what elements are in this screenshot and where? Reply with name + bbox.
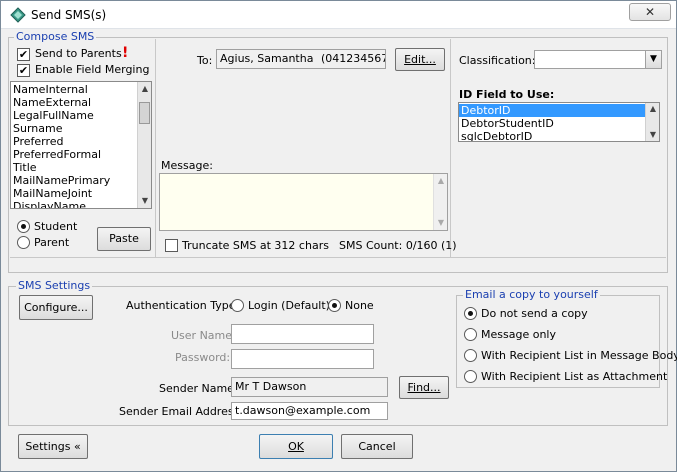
password-label: Password: [175,351,231,364]
email-copy-message-only-label: Message only [481,328,556,341]
send-sms-dialog: Send SMS(s) ✕ Compose SMS ✔ Send to Pare… [0,0,677,472]
email-copy-list-attachment-radio[interactable] [464,370,477,383]
email-copy-list-attachment-label: With Recipient List as Attachment [481,370,668,383]
list-item[interactable]: sglcDebtorID [459,130,659,141]
cancel-button-label: Cancel [358,440,396,453]
close-button[interactable]: ✕ [629,3,671,21]
list-item[interactable]: DisplayName [11,200,151,208]
warning-icon: ! [122,45,129,61]
email-copy-list-in-body-radio[interactable] [464,349,477,362]
to-label: To: [197,54,213,67]
find-button-label: Find... [407,381,441,394]
list-item[interactable]: LegalFullName [11,109,151,122]
parent-radio[interactable] [17,236,30,249]
auth-none-label: None [345,299,374,312]
parent-label: Parent [34,236,70,249]
sms-count: SMS Count: 0/160 (1) [339,239,457,252]
send-to-parents-label: Send to Parents [35,47,122,60]
auth-none-radio[interactable] [328,299,341,312]
list-item[interactable]: NameInternal [11,83,151,96]
sms-settings-legend: SMS Settings [16,279,93,292]
close-icon: ✕ [644,5,656,19]
settings-toggle-label: Settings « [25,440,81,453]
cancel-button[interactable]: Cancel [341,434,413,459]
classification-dropdown-button[interactable]: ▼ [645,51,661,68]
app-icon [10,7,26,23]
enable-field-merging-label: Enable Field Merging [35,63,150,76]
settings-toggle-button[interactable]: Settings « [18,434,88,459]
list-item[interactable]: MailNamePrimary [11,174,151,187]
send-to-parents-checkbox[interactable]: ✔ [17,48,30,61]
email-copy-none-radio[interactable] [464,307,477,320]
scroll-up-icon[interactable]: ▲ [434,174,447,188]
find-sender-button[interactable]: Find... [399,376,449,399]
paste-button[interactable]: Paste [97,227,151,251]
auth-login-label: Login (Default) [248,299,330,312]
truncate-sms-checkbox[interactable] [165,239,178,252]
scroll-down-icon[interactable]: ▼ [434,216,447,230]
id-field-listbox[interactable]: DebtorID DebtorStudentID sglcDebtorID ▲ … [458,102,660,142]
ok-button-label: OK [288,440,304,453]
email-copy-legend: Email a copy to yourself [463,288,600,301]
sender-name-label: Sender Name: [159,382,238,395]
title-bar: Send SMS(s) ✕ [1,1,676,29]
list-item[interactable]: Preferred [11,135,151,148]
sender-email-input[interactable]: t.dawson@example.com [231,402,388,420]
email-copy-list-in-body-label: With Recipient List in Message Body [481,349,677,362]
edit-button-label: Edit... [404,53,436,66]
username-input[interactable] [231,324,374,344]
list-item[interactable]: PreferredFormal [11,148,151,161]
message-label: Message: [161,159,213,172]
classification-select[interactable]: ▼ [534,50,662,69]
window-title: Send SMS(s) [31,8,107,22]
scroll-up-icon[interactable]: ▲ [646,103,659,115]
column-divider-left [155,39,156,257]
ok-button[interactable]: OK [259,434,333,459]
list-item[interactable]: Title [11,161,151,174]
merge-fields-items: NameInternal NameExternal LegalFullName … [11,82,151,208]
scroll-up-icon[interactable]: ▲ [138,82,151,96]
list-item[interactable]: DebtorID [459,104,659,117]
configure-button[interactable]: Configure... [19,295,93,320]
enable-field-merging-checkbox[interactable]: ✔ [17,64,30,77]
paste-button-label: Paste [109,232,139,245]
id-field-scrollbar[interactable]: ▲ ▼ [645,103,659,141]
merge-fields-listbox[interactable]: NameInternal NameExternal LegalFullName … [10,81,152,209]
sender-name-value: Mr T Dawson [235,380,307,393]
edit-recipients-button[interactable]: Edit... [395,48,445,71]
column-divider-right [450,39,451,257]
message-textarea[interactable]: ▲ ▼ [159,173,448,231]
sender-name-field[interactable]: Mr T Dawson [231,377,388,397]
auth-login-radio[interactable] [231,299,244,312]
to-recipient-field[interactable]: Agius, Samantha (0412345678) [216,49,386,69]
list-item[interactable]: Surname [11,122,151,135]
merge-fields-scrollbar[interactable]: ▲ ▼ [137,82,151,208]
email-copy-message-only-radio[interactable] [464,328,477,341]
password-input[interactable] [231,349,374,369]
configure-button-label: Configure... [24,301,88,314]
truncate-sms-label: Truncate SMS at 312 chars [182,239,329,252]
compose-sms-legend: Compose SMS [14,30,97,43]
email-copy-none-label: Do not send a copy [481,307,588,320]
scroll-down-icon[interactable]: ▼ [138,194,151,208]
student-radio[interactable] [17,220,30,233]
message-scrollbar[interactable]: ▲ ▼ [433,174,447,230]
list-item[interactable]: MailNameJoint [11,187,151,200]
id-field-items: DebtorID DebtorStudentID sglcDebtorID [459,103,659,141]
to-recipient-number: (0412345678) [320,52,385,65]
list-item[interactable]: DebtorStudentID [459,117,659,130]
id-field-label: ID Field to Use: [459,88,555,101]
scroll-down-icon[interactable]: ▼ [646,129,659,141]
classification-label: Classification: [459,54,536,67]
scroll-thumb[interactable] [139,102,150,124]
compose-bottom-strip [10,257,666,258]
sender-email-value: t.dawson@example.com [235,404,371,417]
username-label: User Name: [171,329,236,342]
authentication-type-label: Authentication Type: [126,299,240,312]
student-label: Student [34,220,78,233]
sender-email-label: Sender Email Address: [119,405,244,418]
list-item[interactable]: NameExternal [11,96,151,109]
chevron-down-icon: ▼ [650,54,657,64]
to-recipient-name: Agius, Samantha [220,52,314,65]
